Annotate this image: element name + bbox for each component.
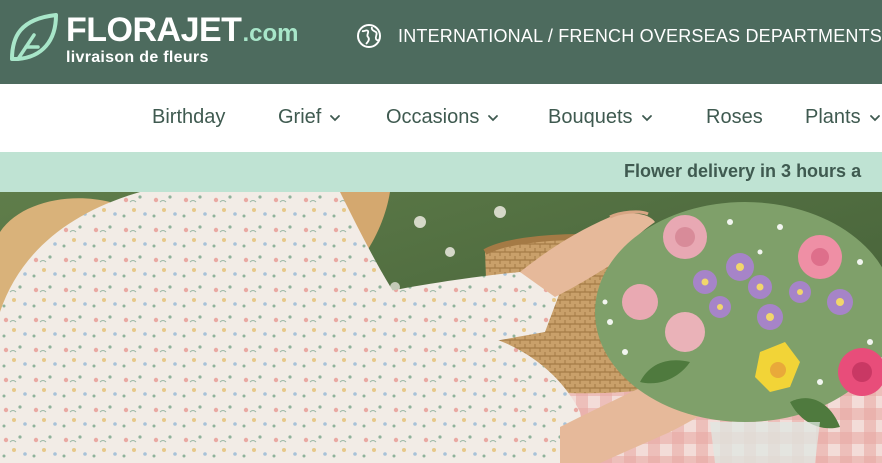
nav-item-label: Birthday — [152, 106, 226, 128]
promo-banner: Flower delivery in 3 hours a — [0, 152, 882, 192]
chevron-down-icon — [330, 114, 341, 121]
nav-item-roses[interactable]: Roses — [706, 106, 763, 129]
nav-item-label: Bouquets — [548, 106, 633, 128]
nav-item-bouquets[interactable]: Bouquets — [548, 106, 653, 129]
region-selector[interactable]: INTERNATIONAL / FRENCH OVERSEAS DEPARTME… — [356, 22, 882, 50]
nav-item-label: Plants — [805, 106, 861, 128]
nav-item-label: Occasions — [386, 106, 480, 128]
main-nav: Birthday Grief Occasions Bouquets Roses … — [0, 84, 882, 152]
hero-photo — [0, 192, 882, 463]
hero-image[interactable] — [0, 192, 882, 463]
chevron-down-icon — [869, 114, 880, 121]
site-logo[interactable]: FLORAJET .com livraison de fleurs — [4, 7, 304, 71]
nav-item-occasions[interactable]: Occasions — [386, 106, 499, 129]
nav-item-grief[interactable]: Grief — [278, 106, 341, 129]
nav-item-birthday[interactable]: Birthday — [152, 106, 225, 129]
chevron-down-icon — [488, 114, 499, 121]
leaf-f-icon — [10, 13, 58, 61]
globe-icon — [357, 24, 381, 48]
region-label: INTERNATIONAL / FRENCH OVERSEAS DEPARTME… — [398, 25, 882, 46]
nav-item-label: Roses — [706, 106, 763, 128]
chevron-down-icon — [641, 114, 652, 121]
logo-domain: .com — [242, 20, 299, 47]
logo-tagline: livraison de fleurs — [66, 49, 209, 66]
nav-item-plants[interactable]: Plants — [805, 106, 881, 129]
promo-text: Flower delivery in 3 hours a — [624, 161, 862, 181]
nav-item-label: Grief — [278, 106, 322, 128]
logo-brand: FLORAJET — [66, 11, 242, 49]
top-header: FLORAJET .com livraison de fleurs INTERN… — [0, 0, 882, 84]
